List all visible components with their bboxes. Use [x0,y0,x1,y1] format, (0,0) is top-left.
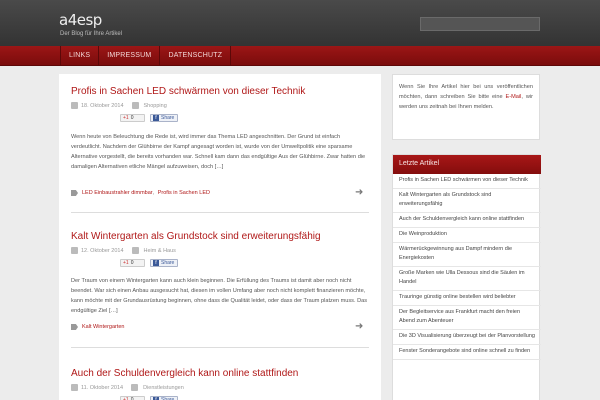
fb-share-label: Share [161,260,175,266]
site-description: Der Blog für Ihre Artikel [60,31,123,37]
recent-posts-title: Letzte Artikel [399,160,440,167]
tag-link[interactable]: Kalt Wintergarten [82,324,125,330]
recent-posts-widget: Letzte Artikel Profis in Sachen LED schw… [392,154,541,400]
tag-link[interactable]: LED Einbaustrahler dimmbar [82,190,153,196]
post-title[interactable]: Profis in Sachen LED schwärmen von diese… [71,86,305,97]
recent-posts-list: Profis in Sachen LED schwärmen von diese… [393,174,541,360]
tag-icon [71,324,78,330]
tag-link[interactable]: Profis in Sachen LED [158,190,210,196]
read-more-arrow-icon[interactable]: ➜ [355,321,363,332]
post-tags: Kalt Wintergarten [71,324,125,330]
fb-share-label: Share [161,115,175,121]
read-more-arrow-icon[interactable]: ➜ [355,187,363,198]
calendar-icon [71,247,78,254]
post-category[interactable]: Heim & Haus [144,248,176,254]
post-divider [71,347,369,348]
post-meta: 11. Oktober 2014 Dienstleistungen [71,384,184,391]
post-title[interactable]: Auch der Schuldenvergleich kann online s… [71,368,298,379]
gplus-button[interactable]: +1 0 [120,114,145,122]
folder-icon [131,384,139,391]
facebook-icon: f [153,260,159,266]
nav-item-datenschutz[interactable]: DATENSCHUTZ [160,46,232,66]
recent-post-link[interactable]: Auch der Schuldenvergleich kann online s… [393,213,541,228]
post-meta: 12. Oktober 2014 Heim & Haus [71,247,176,254]
recent-post-link[interactable]: Die 3D Visualisierung überzeugt bei der … [393,330,541,345]
post-category[interactable]: Dienstleistungen [143,385,184,391]
gplus-label: +1 [123,115,129,121]
gplus-count: 0 [130,115,134,121]
post-meta: 18. Oktober 2014 Shopping [71,102,167,109]
share-bar: +1 0 f Share [120,259,178,267]
site-title[interactable]: a4esp [59,11,102,29]
notice-text: Wenn Sie Ihre Artikel hier bei uns veröf… [399,82,533,112]
folder-icon [131,102,139,109]
gplus-button[interactable]: +1 0 [120,259,145,267]
gplus-button[interactable]: +1 0 [120,396,145,400]
search-input[interactable] [420,17,540,31]
post-category[interactable]: Shopping [144,103,167,109]
calendar-icon [71,384,78,391]
recent-post-link[interactable]: Die Weinproduktion [393,228,541,243]
nav-item-links[interactable]: LINKS [60,46,100,66]
content-area: Profis in Sachen LED schwärmen von diese… [59,74,381,400]
post-date: 11. Oktober 2014 [81,384,124,391]
sidebar-notice: Wenn Sie Ihre Artikel hier bei uns veröf… [392,74,540,140]
recent-post-link[interactable]: Der Begleitservice aus Frankfurt macht d… [393,306,541,330]
post-date: 12. Oktober 2014 [81,247,124,254]
post-date: 18. Oktober 2014 [81,102,124,109]
nav-item-impressum[interactable]: IMPRESSUM [99,46,161,66]
gplus-count: 0 [130,260,134,266]
post-tags: LED Einbaustrahler dimmbar, Profis in Sa… [71,190,210,196]
recent-post-link[interactable]: Trauringe günstig online bestellen wird … [393,291,541,306]
post-title[interactable]: Kalt Wintergarten als Grundstock sind er… [71,231,321,242]
recent-post-link[interactable]: Große Marken wie Ulla Dessous sind die S… [393,267,541,291]
facebook-share-button[interactable]: f Share [150,114,178,122]
share-bar: +1 0 f Share [120,114,178,122]
calendar-icon [71,102,78,109]
folder-icon [131,247,139,254]
site-header: a4esp Der Blog für Ihre Artikel [0,0,600,46]
facebook-share-button[interactable]: f Share [150,396,178,400]
facebook-icon: f [153,115,159,121]
tag-icon [71,190,78,196]
post-excerpt: Der Traum von einem Wintergarten kann au… [71,278,368,314]
recent-post-link[interactable]: Fenster Sonderangebote sind online schne… [393,345,541,360]
email-link[interactable]: E-Mail [506,94,522,100]
gplus-label: +1 [123,260,129,266]
post-divider [71,212,369,213]
share-bar: +1 0 f Share [120,396,178,400]
recent-posts-header: Letzte Artikel [393,155,541,174]
facebook-share-button[interactable]: f Share [150,259,178,267]
recent-post-link[interactable]: Kalt Wintergarten als Grundstock sind er… [393,189,541,213]
recent-post-link[interactable]: Profis in Sachen LED schwärmen von diese… [393,174,541,189]
post-excerpt: Wenn heute von Beleuchtung die Rede ist,… [71,134,366,170]
main-nav: LINKS IMPRESSUM DATENSCHUTZ [0,46,600,66]
recent-post-link[interactable]: Wärmerückgewinnung aus Dampf mindern die… [393,243,541,267]
